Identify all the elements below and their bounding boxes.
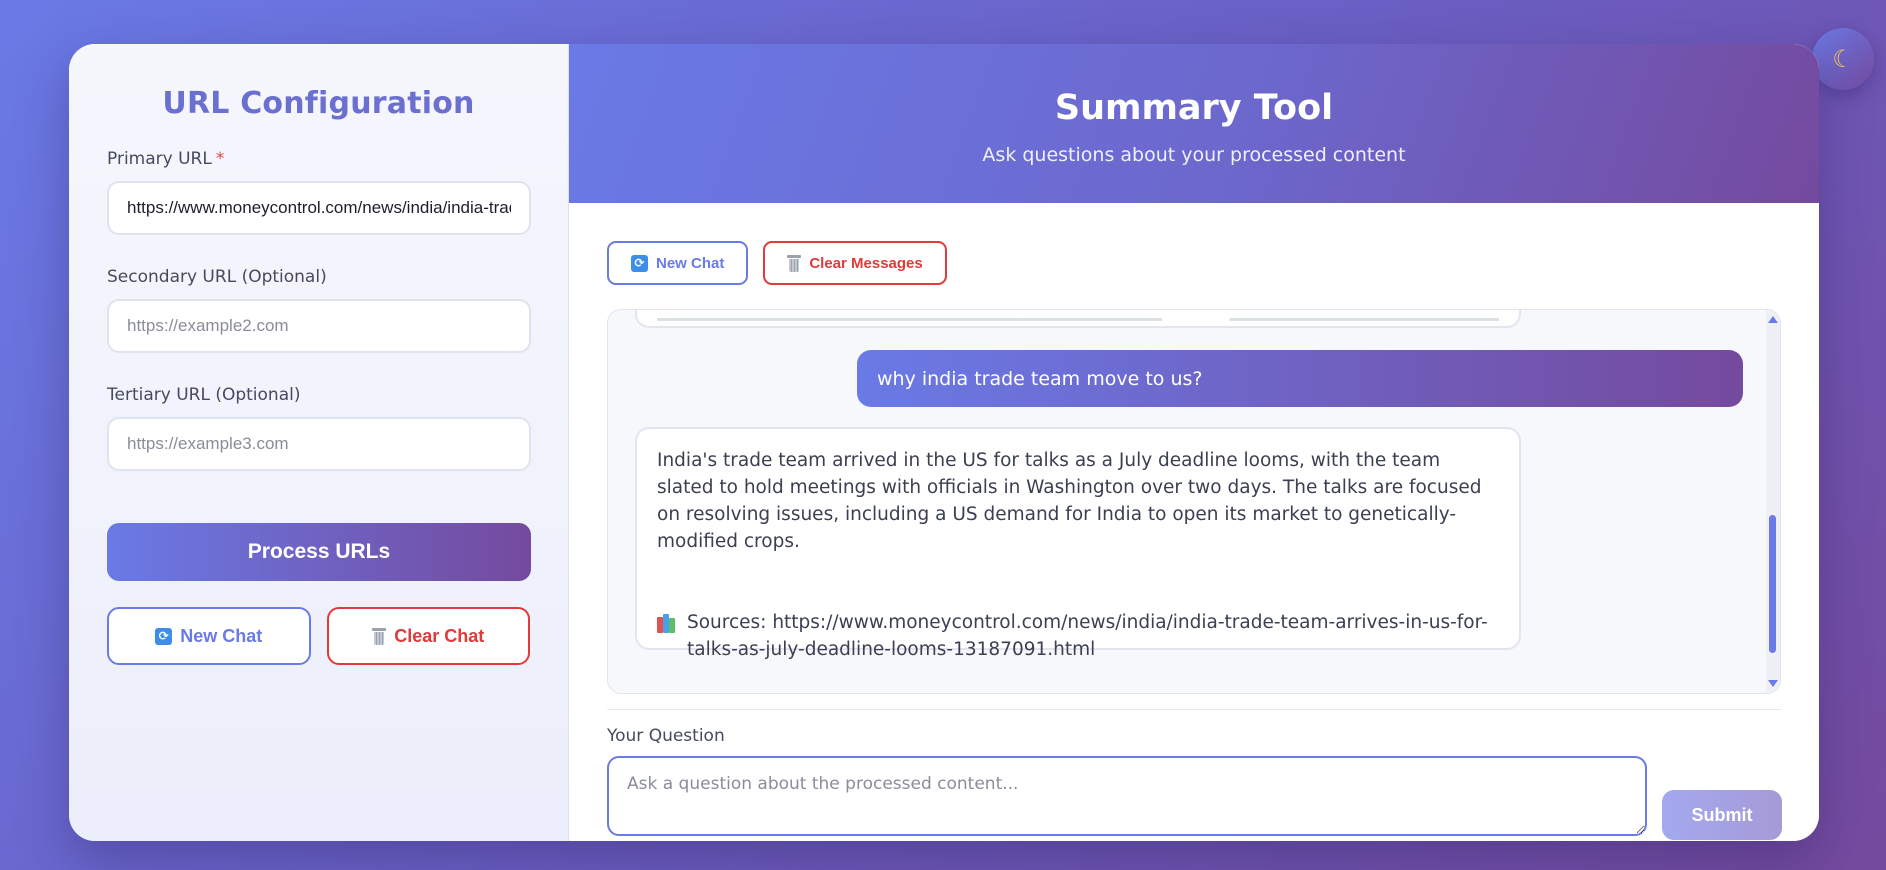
sidebar: URL Configuration Primary URL* Secondary…	[69, 44, 569, 841]
chat-toolbar: ⟳ New Chat Clear Messages	[607, 241, 947, 285]
sources-text: Sources: https://www.moneycontrol.com/ne…	[687, 609, 1499, 663]
sidebar-clear-chat-button[interactable]: Clear Chat	[326, 607, 530, 665]
sidebar-new-chat-button[interactable]: ⟳ New Chat	[107, 607, 311, 665]
sources-line: Sources: https://www.moneycontrol.com/ne…	[657, 609, 1499, 663]
bot-message-text: India's trade team arrived in the US for…	[657, 450, 1482, 552]
chat-messages[interactable]: why india trade team move to us? India's…	[607, 309, 1781, 694]
page-title: Summary Tool	[1054, 88, 1334, 128]
app-window: URL Configuration Primary URL* Secondary…	[69, 44, 1819, 841]
sidebar-actions: ⟳ New Chat Clear Chat	[107, 607, 530, 665]
secondary-url-input[interactable]	[107, 299, 531, 353]
new-chat-button[interactable]: ⟳ New Chat	[607, 241, 749, 285]
primary-url-input[interactable]	[107, 181, 531, 235]
header: Summary Tool Ask questions about your pr…	[569, 44, 1819, 203]
chat-scrollbar[interactable]	[1766, 310, 1780, 693]
page-subtitle: Ask questions about your processed conte…	[982, 144, 1406, 166]
moon-icon: ☾	[1832, 45, 1854, 73]
sources-label: Sources:	[687, 612, 767, 633]
tertiary-url-label: Tertiary URL (Optional)	[107, 385, 301, 405]
secondary-url-label: Secondary URL (Optional)	[107, 267, 327, 287]
refresh-icon: ⟳	[155, 627, 173, 645]
divider	[607, 709, 1781, 710]
question-label: Your Question	[607, 726, 725, 746]
question-input[interactable]	[607, 756, 1647, 836]
scroll-thumb[interactable]	[1769, 515, 1776, 653]
sources-link[interactable]: https://www.moneycontrol.com/news/india/…	[687, 612, 1488, 660]
bot-message: India's trade team arrived in the US for…	[635, 427, 1521, 660]
books-icon	[657, 613, 679, 633]
trash-icon	[787, 254, 802, 272]
sidebar-title: URL Configuration	[162, 86, 475, 121]
previous-bot-message	[635, 310, 1521, 328]
submit-button[interactable]: Submit	[1662, 790, 1782, 840]
user-message: why india trade team move to us?	[857, 350, 1743, 407]
clear-messages-button[interactable]: Clear Messages	[763, 241, 947, 285]
scroll-up-arrow[interactable]	[1768, 316, 1778, 323]
process-urls-button[interactable]: Process URLs	[107, 523, 531, 581]
primary-url-label: Primary URL *	[107, 149, 225, 169]
trash-icon	[372, 627, 387, 645]
refresh-icon: ⟳	[631, 254, 648, 272]
required-mark: *	[215, 149, 225, 169]
main-panel: Summary Tool Ask questions about your pr…	[569, 44, 1819, 841]
theme-toggle-button[interactable]: ☾	[1812, 28, 1874, 90]
scroll-down-arrow[interactable]	[1768, 680, 1778, 687]
tertiary-url-input[interactable]	[107, 417, 531, 471]
